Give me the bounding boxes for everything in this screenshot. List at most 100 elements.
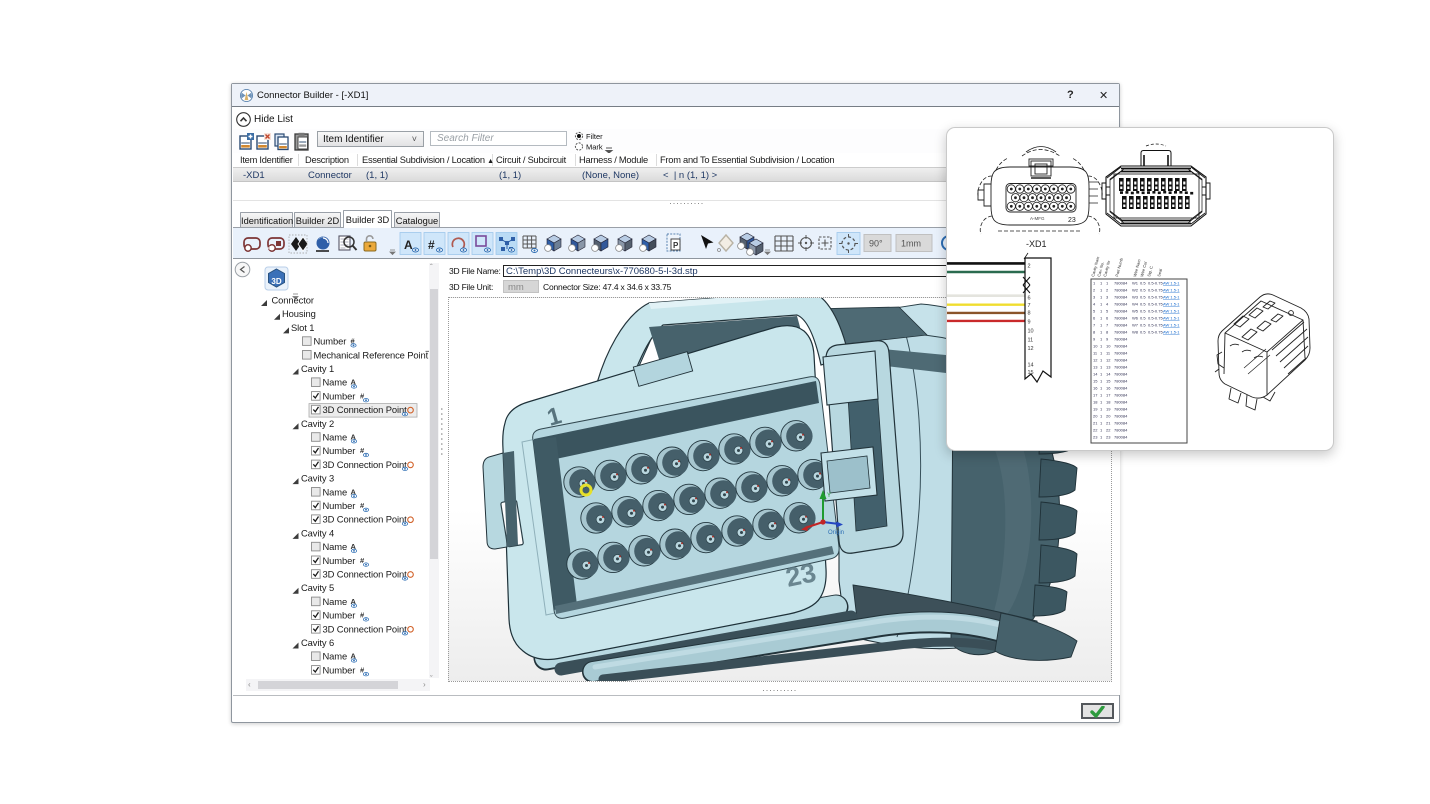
svg-text:19: 19 [1093,407,1098,412]
svg-text:16: 16 [1093,386,1098,391]
svg-text:3D: 3D [271,277,281,286]
svg-text:18: 18 [1106,400,1111,405]
svg-text:17: 17 [1106,393,1111,398]
svg-text:6: 6 [1028,296,1031,302]
svg-text:Name: Name [323,596,348,607]
svg-text:780084: 780084 [1114,309,1128,314]
svg-text:13: 13 [1106,365,1111,370]
svg-text:0.5-0.75: 0.5-0.75 [1148,323,1163,328]
svg-text:0.5-0.75: 0.5-0.75 [1148,316,1163,321]
svg-text:780084: 780084 [1114,414,1128,419]
svg-text:Cavity 2: Cavity 2 [301,418,334,429]
svg-text:Cavity Nr: Cavity Nr [1102,259,1111,277]
svg-text:A-MFG: A-MFG [1030,216,1045,221]
svg-text:Seal: Seal [1156,268,1163,277]
svg-text:W4: W4 [1132,302,1139,307]
svg-text:0.5: 0.5 [1140,281,1146,286]
svg-text:780084: 780084 [1114,295,1128,300]
svg-text:780084: 780084 [1114,372,1128,377]
svg-text:3D Connection Point: 3D Connection Point [323,623,408,634]
svg-text:23: 23 [783,557,819,593]
svg-text:Filter: Filter [586,132,603,141]
svg-text:8: 8 [1028,311,1031,317]
svg-text:3D Connection Point: 3D Connection Point [323,459,408,470]
svg-text:23: 23 [1106,435,1111,440]
svg-text:780084: 780084 [1114,400,1128,405]
svg-text:1mm: 1mm [901,239,921,249]
svg-text:W3: W3 [1132,295,1139,300]
svg-text:AW 1.5-1: AW 1.5-1 [1163,323,1180,328]
svg-text:0.5-0.75: 0.5-0.75 [1148,295,1163,300]
svg-text:3D Connection Point: 3D Connection Point [323,404,408,415]
svg-text:780084: 780084 [1114,323,1128,328]
svg-text:Housing: Housing [282,308,316,319]
svg-text:780084: 780084 [1114,281,1128,286]
svg-text:0.5-0.75: 0.5-0.75 [1148,330,1163,335]
svg-text:AW 1.5-1: AW 1.5-1 [1163,330,1180,335]
svg-text:780084: 780084 [1114,316,1128,321]
svg-text:10: 10 [1093,344,1098,349]
svg-text:780084: 780084 [1114,379,1128,384]
svg-text:0.5: 0.5 [1140,323,1146,328]
svg-text:10: 10 [1028,329,1034,335]
svg-text:7: 7 [1028,303,1031,309]
svg-text:13: 13 [1093,365,1098,370]
svg-text:780084: 780084 [1114,288,1128,293]
svg-text:780084: 780084 [1114,351,1128,356]
svg-text:Cavity 6: Cavity 6 [301,637,334,648]
svg-text:AW 1.5-1: AW 1.5-1 [1163,281,1180,286]
svg-text:22: 22 [1106,428,1111,433]
svg-text:W7: W7 [1132,323,1139,328]
svg-text:14: 14 [1093,372,1098,377]
svg-text:12: 12 [1106,358,1111,363]
svg-text:Name: Name [323,432,348,443]
svg-text:Name: Name [323,651,348,662]
svg-text:AW 1.5-1: AW 1.5-1 [1163,316,1180,321]
svg-text:Name: Name [323,486,348,497]
svg-text:15: 15 [1028,370,1034,376]
svg-text:0.5: 0.5 [1140,302,1146,307]
svg-text:Y: Y [827,493,831,499]
svg-text:AW 1.5-1: AW 1.5-1 [1163,288,1180,293]
svg-text:12: 12 [1028,346,1034,352]
svg-text:Number: Number [323,664,356,675]
svg-text:20: 20 [1093,414,1098,419]
svg-text:780084: 780084 [1114,421,1128,426]
svg-text:AW 1.5-1: AW 1.5-1 [1163,295,1180,300]
svg-text:2: 2 [1028,264,1031,270]
svg-text:P: P [673,241,679,250]
svg-text:12: 12 [1093,358,1098,363]
svg-text:780084: 780084 [1114,407,1128,412]
svg-text:Number: Number [323,555,356,566]
svg-text:780084: 780084 [1114,428,1128,433]
svg-text:18: 18 [1093,400,1098,405]
svg-text:Connector: Connector [272,295,314,306]
svg-text:Mechanical Reference Point: Mechanical Reference Point [314,349,429,360]
svg-text:0.5: 0.5 [1140,288,1146,293]
svg-text:23: 23 [1068,217,1076,224]
svg-text:9: 9 [1028,320,1031,326]
svg-text:17: 17 [1093,393,1098,398]
svg-text:14: 14 [1106,372,1111,377]
svg-text:780084: 780084 [1114,386,1128,391]
svg-text:10: 10 [1106,344,1111,349]
svg-text:780084: 780084 [1114,337,1128,342]
svg-text:780084: 780084 [1114,344,1128,349]
svg-text:780084: 780084 [1114,302,1128,307]
svg-text:90°: 90° [869,239,883,249]
svg-text:0.5: 0.5 [1140,316,1146,321]
svg-text:Number: Number [323,610,356,621]
svg-text:15: 15 [1106,379,1111,384]
svg-text:780084: 780084 [1114,330,1128,335]
svg-text:0.5: 0.5 [1140,330,1146,335]
svg-text:21: 21 [1106,421,1111,426]
svg-text:Origin: Origin [828,530,844,536]
svg-text:23: 23 [1093,435,1098,440]
svg-text:11: 11 [1028,338,1034,344]
svg-text:20: 20 [1106,414,1111,419]
svg-text:A: A [404,238,413,252]
svg-text:Cavity 4: Cavity 4 [301,527,334,538]
svg-text:780084: 780084 [1114,358,1128,363]
svg-text:Sig. C: Sig. C [1146,265,1154,277]
svg-text:Cavity 1: Cavity 1 [301,363,334,374]
